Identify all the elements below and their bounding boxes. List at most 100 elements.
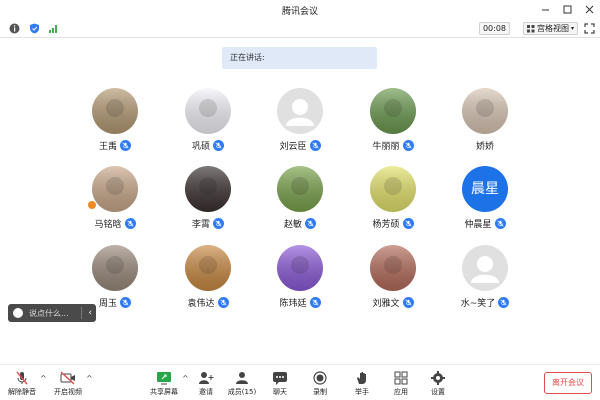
participant-name-row: 牛丽丽 (348, 139, 438, 152)
mic-muted-icon (494, 218, 506, 229)
avatar (370, 245, 416, 291)
record-label: 录制 (313, 388, 327, 396)
participant-tile[interactable]: 马铭晗 (70, 166, 160, 236)
participant-name: 水~笑了 (460, 299, 496, 309)
emoji-icon[interactable] (13, 308, 23, 318)
participant-name-row: 水~笑了 (440, 296, 530, 309)
maximize-icon[interactable] (560, 2, 574, 16)
mic-muted-icon (213, 218, 224, 229)
participant-name-row: 杨芳硕 (348, 217, 438, 230)
chat-label: 聊天 (273, 388, 287, 396)
chevron-down-icon: ▾ (570, 25, 574, 32)
participant-name: 马铭晗 (94, 220, 122, 230)
title-bar: 腾讯会议 (0, 0, 600, 20)
signal-strength-icon[interactable] (47, 22, 59, 34)
avatar (185, 88, 231, 134)
invite-label: 邀请 (199, 388, 213, 396)
window-title: 腾讯会议 (281, 7, 318, 17)
participant-tile[interactable]: 杨芳硕 (348, 166, 438, 236)
participant-tile[interactable]: 巩硕 (163, 88, 253, 158)
participant-tile[interactable]: 李霄 (163, 166, 253, 236)
unmute-button[interactable]: 解除静音 (4, 370, 40, 400)
security-shield-icon[interactable] (28, 22, 40, 34)
mic-muted-icon (498, 297, 510, 308)
mic-muted-icon (402, 218, 414, 229)
participant-name: 李霄 (191, 220, 210, 230)
participant-tile[interactable]: 刘雅文 (348, 245, 438, 315)
mic-muted-icon (309, 297, 321, 308)
avatar: 晨星 (462, 166, 508, 212)
participant-tile[interactable]: 牛丽丽 (348, 88, 438, 158)
mic-muted-icon (14, 370, 30, 385)
chat-icon (272, 370, 288, 385)
chat-input-box[interactable]: 说点什么... ‹ (8, 304, 96, 322)
avatar (92, 166, 138, 212)
participant-tile[interactable]: 王禹 (70, 88, 160, 158)
mic-muted-icon (309, 140, 321, 151)
start-video-label: 开启视频 (54, 388, 82, 396)
camera-off-icon (60, 370, 76, 385)
chat-button[interactable]: 聊天 (262, 370, 298, 400)
participant-name-row: 马铭晗 (70, 217, 160, 230)
participant-name-row: 袁伟达 (163, 296, 253, 309)
avatar (462, 88, 508, 134)
participant-tile[interactable]: 陈玮廷 (255, 245, 345, 315)
participant-tile[interactable]: 水~笑了 (440, 245, 530, 315)
members-button[interactable]: 成员(15) (224, 370, 260, 400)
share-screen-icon (156, 370, 172, 385)
participant-tile[interactable]: 袁伟达 (163, 245, 253, 315)
participant-tile[interactable]: 赵敏 (255, 166, 345, 236)
hand-icon (354, 370, 370, 385)
participant-name-row: 仲晨星 (440, 217, 530, 230)
invite-button[interactable]: 邀请 (188, 370, 224, 400)
chat-divider (81, 307, 82, 319)
apps-label: 应用 (394, 388, 408, 396)
info-icon[interactable] (8, 22, 20, 34)
participant-tile[interactable]: 娇娇 (440, 88, 530, 158)
participant-name: 刘雅文 (372, 299, 400, 309)
meeting-info-bar: 00:08 宫格视图 ▾ (0, 20, 600, 38)
participant-name: 赵敏 (283, 220, 302, 230)
raise-hand-label: 举手 (355, 388, 369, 396)
avatar (370, 166, 416, 212)
view-mode-label: 宫格视图 (536, 24, 569, 33)
participant-name: 王禹 (98, 142, 117, 152)
participant-name-row: 巩硕 (163, 139, 253, 152)
audio-options-chevron-icon[interactable]: ^ (40, 374, 47, 383)
speaking-indicator: 正在讲话: (222, 47, 377, 69)
unmute-label: 解除静音 (8, 388, 36, 396)
fullscreen-icon[interactable] (584, 23, 595, 34)
apps-grid-icon (393, 370, 409, 385)
invite-user-icon (198, 370, 214, 385)
leave-meeting-button[interactable]: 离开会议 (544, 372, 592, 394)
raise-hand-button[interactable]: 举手 (344, 370, 380, 400)
participant-tile[interactable]: 刘云臣 (255, 88, 345, 158)
participant-name: 袁伟达 (187, 299, 215, 309)
members-icon (234, 370, 250, 385)
grid-view-icon (526, 24, 535, 32)
participant-name: 巩硕 (191, 142, 210, 152)
collapse-arrow-icon[interactable]: ‹ (88, 308, 92, 318)
close-icon[interactable] (582, 2, 596, 16)
avatar (92, 245, 138, 291)
start-video-button[interactable]: 开启视频 (50, 370, 86, 400)
avatar (185, 245, 231, 291)
avatar-initials: 晨星 (471, 181, 499, 197)
share-screen-button[interactable]: 共享屏幕 (146, 370, 182, 400)
chat-placeholder: 说点什么... (29, 308, 69, 318)
apps-button[interactable]: 应用 (383, 370, 419, 400)
window-controls (538, 2, 596, 16)
settings-button[interactable]: 设置 (420, 370, 456, 400)
mic-muted-icon (402, 297, 414, 308)
minimize-icon[interactable] (538, 2, 552, 16)
participant-tile[interactable]: 晨星仲晨星 (440, 166, 530, 236)
mic-muted-icon (305, 218, 316, 229)
video-options-chevron-icon[interactable]: ^ (86, 374, 93, 383)
mic-muted-icon (124, 218, 136, 229)
participant-name: 仲晨星 (464, 220, 492, 230)
view-mode-button[interactable]: 宫格视图 ▾ (522, 22, 578, 35)
participant-name: 杨芳硕 (372, 220, 400, 230)
record-button[interactable]: 录制 (302, 370, 338, 400)
avatar (92, 88, 138, 134)
mic-muted-icon (402, 140, 414, 151)
